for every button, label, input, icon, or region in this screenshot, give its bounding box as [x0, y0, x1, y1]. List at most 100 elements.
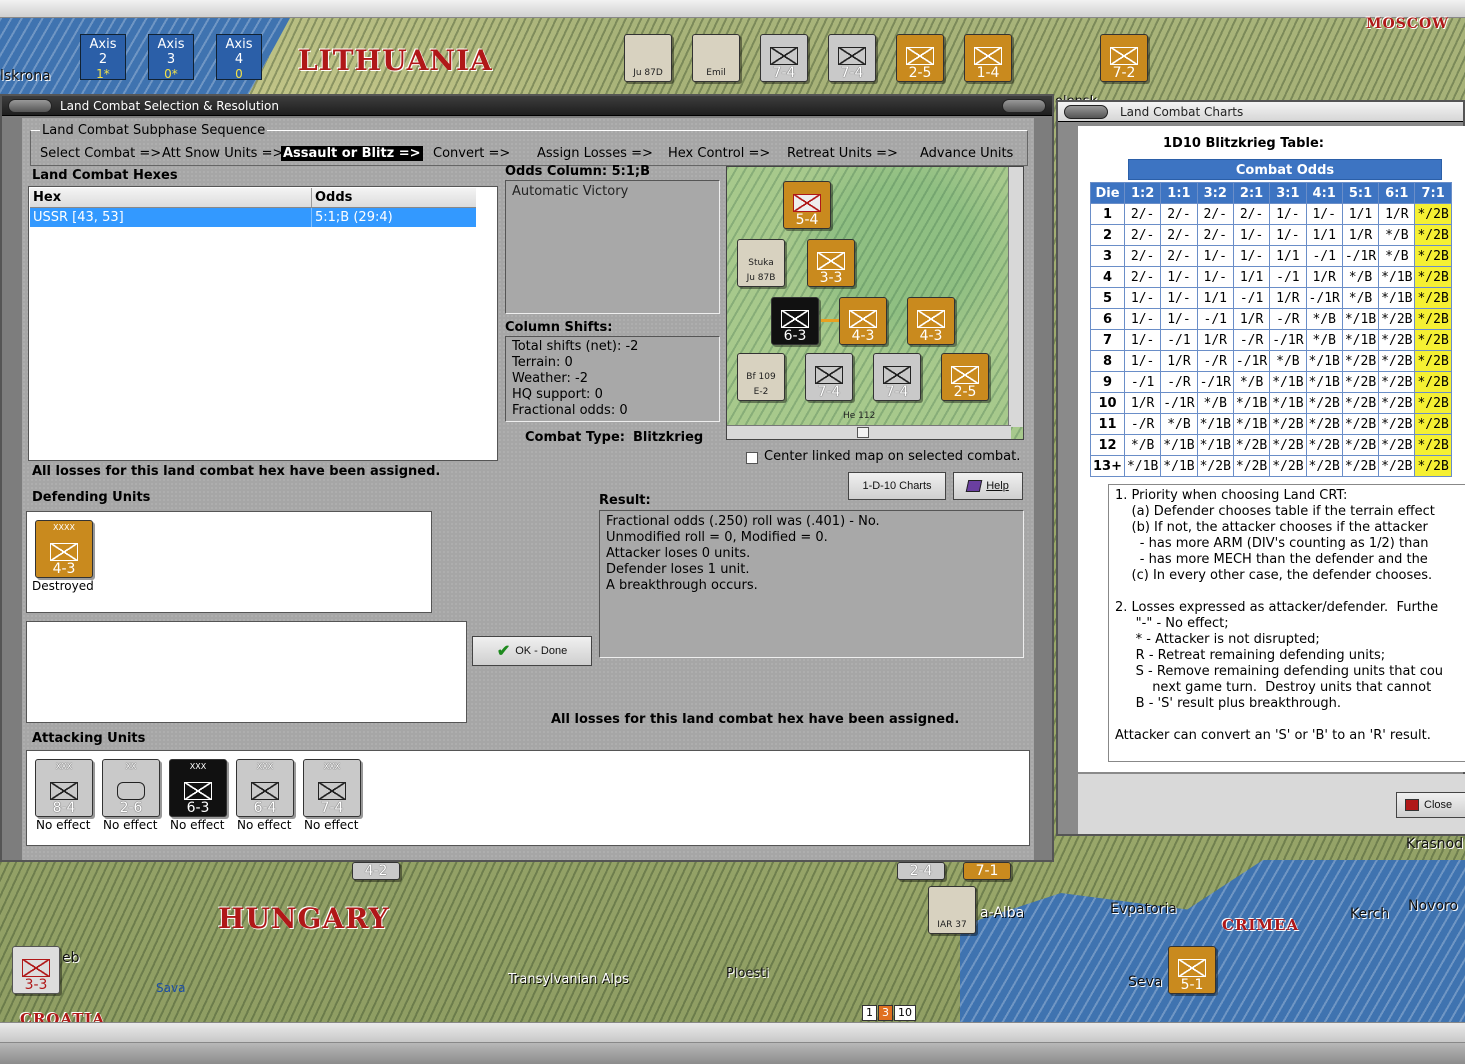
attacking-heading: Attacking Units [32, 731, 146, 746]
unit-counter[interactable]: 3-3 [12, 946, 60, 994]
unit-counter[interactable]: 4-3 [839, 297, 887, 345]
die-cell: 4 [1090, 266, 1125, 288]
center-linked-checkbox[interactable] [746, 452, 758, 464]
combat-type-label: Combat Type: [525, 430, 625, 445]
defending-units-box[interactable]: XXXX 4-3 Destroyed [26, 511, 432, 613]
result-cell: 2/- [1123, 224, 1162, 246]
air-unit-counter[interactable]: Bf 109 E-2 [737, 353, 785, 401]
turn-digit: 10 [894, 1005, 916, 1021]
place-eb: eb [62, 950, 80, 966]
axis-box[interactable]: Axis 2 1* [80, 34, 126, 81]
hexes-list[interactable]: Hex Odds USSR [43, 53] 5:1;B (29:4) [28, 186, 498, 461]
unit-counter[interactable]: 6-3 [771, 297, 819, 345]
attacking-unit[interactable]: XXX 8-4 [35, 759, 93, 817]
result-cell: 1/- [1123, 287, 1162, 309]
map-bottom-scrollbar[interactable] [0, 1022, 1465, 1042]
axis-box[interactable]: Axis 4 0 [216, 34, 262, 81]
axis-box-label: Axis [157, 37, 185, 52]
scroll-thumb[interactable] [857, 427, 869, 438]
result-cell: */2B [1378, 350, 1416, 372]
unit-counter[interactable]: 7-4 [805, 353, 853, 401]
unit-counter[interactable]: 2-5 [896, 34, 944, 82]
unit-counter[interactable]: 2-5 [941, 353, 989, 401]
table-row: 3 2/- 2/- 1/- 1/- 1/1 -/1 -/1R */B */2B [1090, 245, 1452, 267]
unit-counter[interactable]: 7-1 [963, 862, 1011, 880]
result-cell: 2/- [1160, 224, 1198, 246]
air-unit-counter[interactable]: Stuka Ju 87B [737, 239, 785, 287]
result-cell: 1/R [1232, 308, 1271, 330]
unit-counter[interactable]: 4-3 [907, 297, 955, 345]
attacking-unit[interactable]: XXX 7-4 [303, 759, 361, 817]
result-cell: 1/- [1232, 224, 1271, 246]
charts-window-title: Land Combat Charts [1120, 105, 1244, 119]
air-unit-counter[interactable]: Ju 87D [624, 34, 672, 82]
axis-box[interactable]: Axis 3 0* [148, 34, 194, 81]
air-unit-counter[interactable]: Emil [692, 34, 740, 82]
result-cell: -/R [1123, 413, 1162, 435]
unit-counter[interactable]: 5-4 [783, 181, 831, 229]
result-cell: */2B [1341, 392, 1380, 414]
result-cell: */2B [1269, 413, 1307, 435]
window-grip[interactable] [8, 99, 52, 113]
mini-map[interactable]: 5-4 3-3 6-3 4-3 4-3 7-4 7-4 2-5 Stuka Ju … [726, 166, 1024, 440]
result-cell: 1/- [1269, 224, 1307, 246]
result-cell: -/1R [1160, 392, 1198, 414]
result-cell: 2/- [1123, 266, 1162, 288]
odds-header: Combat Odds [1128, 159, 1442, 180]
window-grip[interactable] [1002, 99, 1046, 113]
mini-map-hscroll[interactable] [727, 425, 1011, 439]
air-unit-counter[interactable]: IAR 37 [928, 886, 976, 934]
result-cell: */2B [1414, 434, 1452, 456]
odds-column-header: 2:1 [1232, 182, 1271, 204]
turn-digit: 1 [862, 1005, 877, 1021]
die-cell: 11 [1090, 413, 1125, 435]
unit-counter[interactable]: 2-4 [897, 862, 945, 880]
unit-counter[interactable]: 7-4 [873, 353, 921, 401]
mini-map-vscroll[interactable] [1008, 167, 1023, 427]
result-cell: */2B [1269, 455, 1307, 477]
attacking-unit[interactable]: XXX 6-3 [169, 759, 227, 817]
ok-done-button[interactable]: ✔ OK - Done [472, 636, 592, 666]
place-novoro: Novoro [1408, 898, 1458, 914]
die-cell: 10 [1090, 392, 1125, 414]
unit-counter[interactable]: 4-2 [352, 862, 400, 880]
unit-counter[interactable]: 5-1 [1168, 946, 1216, 994]
unit-counter[interactable]: 7-4 [760, 34, 808, 82]
unit-counter[interactable]: 7-2 [1100, 34, 1148, 82]
result-cell: 1/- [1196, 245, 1234, 267]
result-cell: -/1 [1123, 371, 1162, 393]
result-label: Result: [599, 493, 651, 508]
attacking-units-box[interactable]: XXX 8-4 No effect XX 2-6 No effect XXX 6… [26, 750, 1030, 846]
column-header-hex[interactable]: Hex [30, 188, 312, 207]
result-cell: */2B [1414, 224, 1452, 246]
result-cell: 1/- [1123, 329, 1162, 351]
column-header-odds[interactable]: Odds [312, 188, 476, 207]
table-row[interactable]: USSR [43, 53] 5:1;B (29:4) [30, 208, 476, 227]
unit-status: No effect [237, 818, 292, 832]
charts-button[interactable]: 1-D-10 Charts [848, 472, 946, 500]
attacking-unit[interactable]: XX 2-6 [102, 759, 160, 817]
charts-window[interactable]: Land Combat Charts 1D10 Blitzkrieg Table… [1056, 100, 1465, 836]
support-units-box[interactable] [26, 621, 467, 723]
land-combat-window[interactable]: Land Combat Selection & Resolution Land … [0, 94, 1054, 862]
table-row: 2 2/- 2/- 2/- 1/- 1/- 1/1 1/R */B */2B [1090, 224, 1452, 246]
attacking-unit[interactable]: XXX 6-4 [236, 759, 294, 817]
result-cell: -/1R [1196, 371, 1234, 393]
close-button[interactable]: Close [1396, 792, 1465, 818]
hexes-heading: Land Combat Hexes [32, 168, 178, 183]
city-moscow: MOSCOW [1366, 16, 1449, 32]
charts-window-titlebar[interactable]: Land Combat Charts [1058, 102, 1463, 122]
axis-box-value: 3 [166, 52, 176, 67]
result-cell: */1B [1378, 266, 1416, 288]
result-cell: */1B [1196, 434, 1234, 456]
result-cell: -/1 [1196, 308, 1234, 330]
land-combat-titlebar[interactable]: Land Combat Selection & Resolution [2, 96, 1052, 116]
defending-unit[interactable]: XXXX 4-3 [35, 520, 93, 578]
unit-counter[interactable]: 7-4 [828, 34, 876, 82]
result-cell: 1/R [1341, 224, 1380, 246]
window-grip[interactable] [1064, 105, 1108, 119]
unit-counter[interactable]: 1-4 [964, 34, 1012, 82]
unit-counter[interactable]: 3-3 [807, 239, 855, 287]
help-button[interactable]: Help [953, 472, 1023, 500]
map-top-scrollbar[interactable] [0, 0, 1465, 18]
